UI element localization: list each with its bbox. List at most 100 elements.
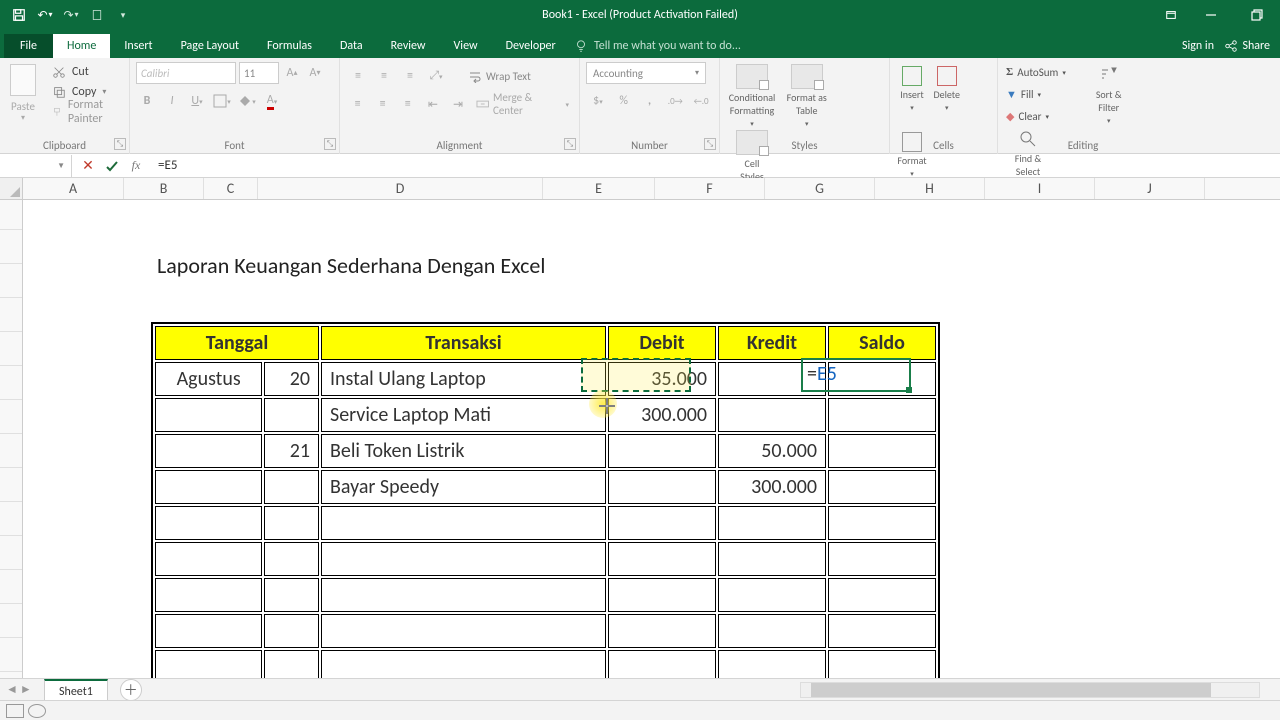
new-file-icon[interactable] [86,4,108,26]
sheet-nav[interactable]: ◄► [0,682,44,697]
col-header-E[interactable]: E [543,178,655,199]
enter-formula-button[interactable] [100,155,124,177]
increase-decimal-button[interactable]: .0→ [663,90,687,112]
clipboard-dialog-icon[interactable]: ⤡ [114,138,126,150]
table-row[interactable]: Bayar Speedy 300.000 [155,470,936,504]
autosum-button[interactable]: Σ AutoSum ▾ [1006,62,1084,82]
sort-filter-button[interactable]: Sort & Filter▾ [1087,62,1131,125]
tab-formulas[interactable]: Formulas [253,34,326,58]
align-top-button[interactable]: ≡ [346,65,370,87]
select-all-corner[interactable] [0,178,23,200]
clear-button[interactable]: ◆ Clear ▾ [1006,106,1084,126]
font-dialog-icon[interactable]: ⤡ [324,138,336,150]
table-row[interactable]: Service Laptop Mati300.000 [155,398,936,432]
font-name-select[interactable]: Calibri [136,62,236,84]
tab-page-layout[interactable]: Page Layout [167,34,253,58]
increase-indent-button[interactable]: ⇥ [446,93,469,115]
tab-review[interactable]: Review [377,34,440,58]
format-as-table-button[interactable]: Format as Table▾ [781,62,833,128]
save-icon[interactable] [8,4,30,26]
align-middle-button[interactable]: ≡ [372,65,396,87]
undo-icon[interactable]: ↶▾ [34,4,56,26]
insert-cells-button[interactable]: Insert▾ [896,62,928,128]
minimize-button[interactable] [1188,0,1234,30]
conditional-formatting-button[interactable]: Conditional Formatting▾ [726,62,778,128]
row-header[interactable] [0,536,22,570]
delete-cells-button[interactable]: Delete▾ [931,62,963,128]
ribbon-options-icon[interactable] [1154,0,1188,30]
col-header-D[interactable]: D [258,178,543,199]
cells-area[interactable]: Laporan Keuangan Sederhana Dengan Excel … [23,200,1280,688]
tab-file[interactable]: File [4,34,53,58]
row-header[interactable] [0,200,22,230]
row-header[interactable] [0,298,22,332]
fill-button[interactable]: ▼ Fill ▾ [1006,84,1084,104]
row-header[interactable] [0,468,22,502]
tab-insert[interactable]: Insert [110,34,166,58]
share-button[interactable]: Share [1214,34,1280,58]
number-dialog-icon[interactable]: ⤡ [704,138,716,150]
align-center-button[interactable]: ≡ [371,93,394,115]
font-size-select[interactable]: 11 [239,62,279,84]
col-header-C[interactable]: C [204,178,258,199]
paste-button[interactable]: Paste▾ [6,62,40,124]
add-sheet-button[interactable]: ＋ [120,679,142,701]
table-row[interactable] [155,614,936,648]
comma-button[interactable]: , [638,90,662,112]
row-header[interactable] [0,502,22,536]
tab-view[interactable]: View [440,34,492,58]
format-painter-button[interactable]: Format Painter [48,102,123,122]
sign-in-link[interactable]: Sign in [1182,34,1214,58]
col-header-J[interactable]: J [1095,178,1205,199]
qat-customize-icon[interactable]: ▾ [112,4,134,26]
shrink-font-button[interactable]: A▾ [305,62,325,84]
row-header[interactable] [0,638,22,672]
col-header-B[interactable]: B [124,178,204,199]
formula-input[interactable]: =E5 [152,158,1280,173]
fill-color-button[interactable]: ▾ [236,90,258,112]
row-header[interactable] [0,264,22,298]
maximize-button[interactable] [1234,0,1280,30]
macro-record-icon[interactable] [28,704,46,718]
cut-button[interactable]: Cut [48,62,123,82]
italic-button[interactable]: I [161,90,183,112]
col-header-A[interactable]: A [23,178,124,199]
tab-data[interactable]: Data [326,34,377,58]
row-header[interactable] [0,332,22,366]
row-header[interactable] [0,400,22,434]
col-header-H[interactable]: H [875,178,985,199]
tab-developer[interactable]: Developer [492,34,570,58]
alignment-dialog-icon[interactable]: ⤡ [564,138,576,150]
table-row[interactable]: 21 Beli Token Listrik 50.000 [155,434,936,468]
cancel-formula-button[interactable]: ✕ [76,155,100,177]
grow-font-button[interactable]: A▴ [282,62,302,84]
tab-home[interactable]: Home [53,34,110,58]
row-header[interactable] [0,604,22,638]
col-header-I[interactable]: I [985,178,1095,199]
percent-button[interactable]: % [612,90,636,112]
table-row[interactable] [155,506,936,540]
wrap-text-button[interactable]: Wrap Text [464,69,535,83]
row-header[interactable] [0,366,22,400]
col-header-G[interactable]: G [765,178,875,199]
row-header[interactable] [0,230,22,264]
border-button[interactable]: ▾ [211,90,233,112]
cell-editor[interactable]: =E5 [807,362,837,386]
horizontal-scrollbar[interactable] [800,682,1260,698]
align-left-button[interactable]: ≡ [346,93,369,115]
table-row[interactable] [155,578,936,612]
align-right-button[interactable]: ≡ [396,93,419,115]
fx-button[interactable]: fx [124,155,148,177]
merge-center-button[interactable]: Merge & Center ▾ [472,91,573,117]
tell-me-search[interactable]: Tell me what you want to do... [574,34,741,58]
underline-button[interactable]: U▾ [186,90,208,112]
table-row[interactable] [155,542,936,576]
number-format-select[interactable]: Accounting▾ [586,62,706,84]
redo-icon[interactable]: ↷▾ [60,4,82,26]
sheet-tab-1[interactable]: Sheet1 [44,679,108,701]
decrease-decimal-button[interactable]: ←.0 [689,90,713,112]
align-bottom-button[interactable]: ≡ [398,65,422,87]
status-mode-icon[interactable] [6,704,24,718]
decrease-indent-button[interactable]: ⇤ [421,93,444,115]
accounting-format-button[interactable]: $▾ [586,90,610,112]
